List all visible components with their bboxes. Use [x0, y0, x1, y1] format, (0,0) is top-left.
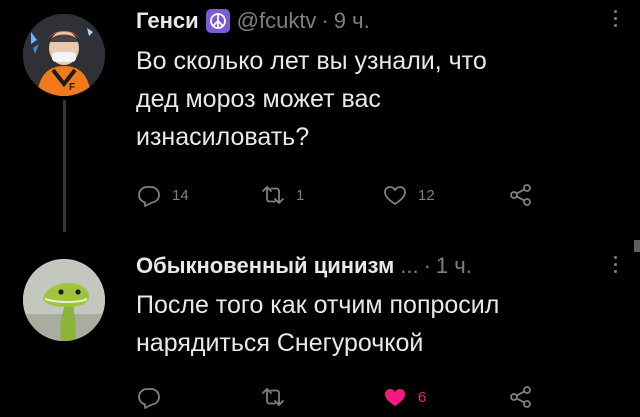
like-button[interactable]: 6: [382, 382, 426, 412]
like-count: 12: [418, 186, 435, 204]
action-bar: 14 1 12: [136, 180, 596, 210]
reply-count: 14: [172, 186, 189, 204]
reply-button[interactable]: 14: [136, 180, 189, 210]
svg-text:F: F: [69, 82, 75, 93]
author-handle[interactable]: @fcuktv: [237, 8, 317, 34]
separator-dot: ·: [423, 253, 431, 278]
share-icon: [510, 386, 531, 408]
tweet-header: Генси @fcuktv · 9 ч.: [136, 8, 370, 34]
action-bar: 6: [136, 382, 596, 412]
heart-outline-icon: [384, 186, 406, 205]
thread-line: [63, 100, 66, 232]
share-button[interactable]: [508, 180, 534, 210]
like-button[interactable]: 12: [382, 180, 435, 210]
tweet-text: После того как отчим попросил нарядиться…: [136, 291, 500, 357]
avatar[interactable]: [23, 259, 105, 341]
author-name[interactable]: Генси: [136, 8, 199, 34]
retweet-button[interactable]: [260, 382, 286, 412]
name-truncation: ...: [400, 253, 419, 278]
tweet-header: Обыкновенный цинизм ... · 1 ч.: [136, 253, 472, 279]
heart-filled-icon: [385, 389, 405, 406]
tweet[interactable]: F Генси @fcuktv · 9 ч. Во сколько лет вы…: [0, 0, 640, 232]
peace-icon: [205, 9, 230, 33]
retweet-button[interactable]: 1: [260, 180, 304, 210]
retweet-count: 1: [296, 186, 305, 204]
reply-button[interactable]: [136, 382, 162, 412]
reply-icon: [138, 186, 160, 207]
author-name[interactable]: Обыкновенный цинизм: [136, 253, 394, 279]
more-options-icon[interactable]: [612, 10, 618, 31]
more-options-icon[interactable]: [612, 256, 618, 277]
reply-icon: [138, 388, 160, 409]
retweet-icon: [262, 186, 284, 204]
retweet-icon: [262, 388, 284, 406]
tweet-text: Во сколько лет вы узнали, что дед мороз …: [136, 47, 487, 151]
separator-dot: ·: [321, 8, 329, 33]
avatar[interactable]: F: [23, 14, 105, 96]
share-button[interactable]: [508, 382, 534, 412]
timestamp[interactable]: 1 ч.: [436, 253, 472, 279]
scrollbar[interactable]: [634, 240, 640, 252]
tweet[interactable]: Обыкновенный цинизм ... · 1 ч. После тог…: [0, 232, 640, 417]
like-count: 6: [418, 388, 427, 406]
share-icon: [510, 184, 531, 206]
timestamp[interactable]: 9 ч.: [334, 8, 370, 34]
